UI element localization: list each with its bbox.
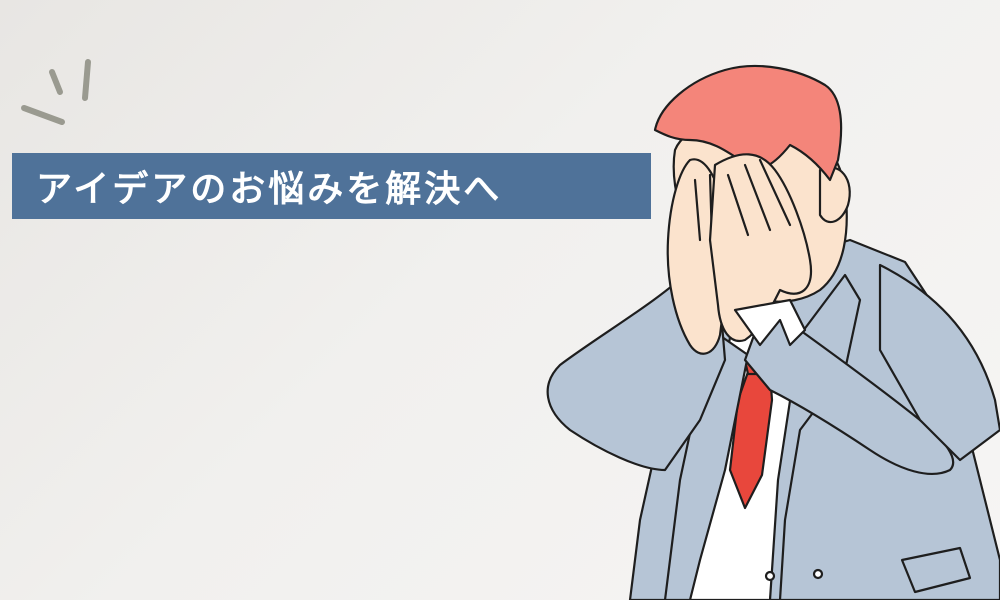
banner-canvas: アイデアのお悩みを解決へ — [0, 0, 1000, 600]
man-covering-face-icon — [546, 64, 1000, 600]
suit-button — [764, 570, 776, 582]
suit-button — [812, 568, 824, 580]
